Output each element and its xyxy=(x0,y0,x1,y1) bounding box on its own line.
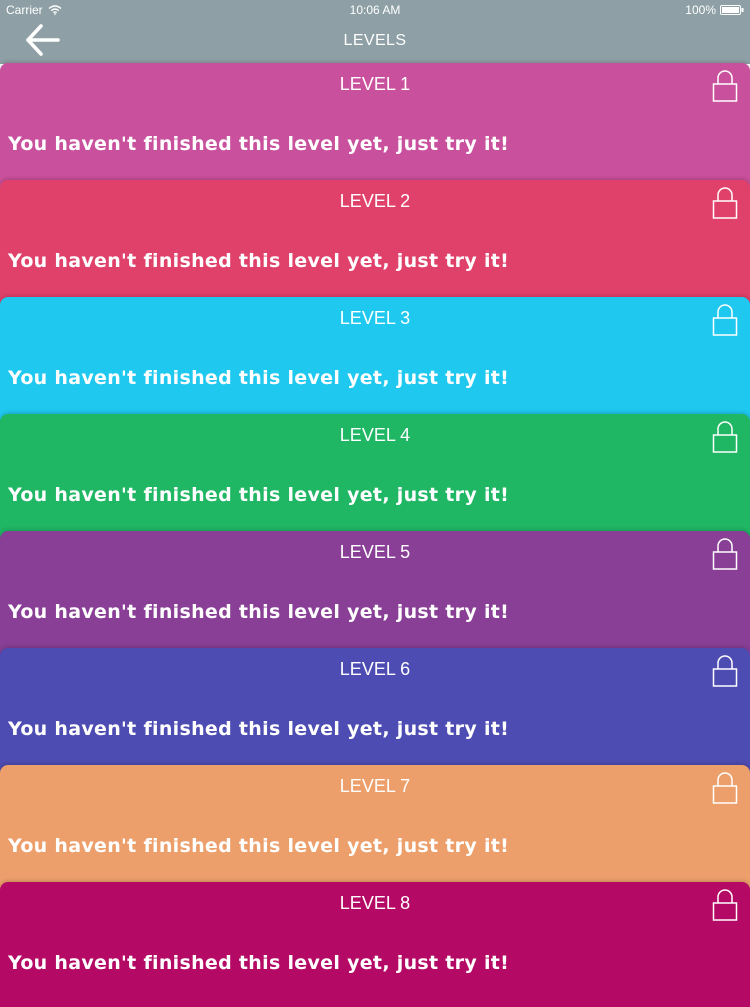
lock-icon xyxy=(712,772,738,804)
level-card-5[interactable]: LEVEL 5 You haven't finished this level … xyxy=(0,531,750,656)
level-title: LEVEL 6 xyxy=(339,659,411,679)
lock-icon xyxy=(712,304,738,336)
level-message: You haven't finished this level yet, jus… xyxy=(8,952,510,974)
lock-icon xyxy=(712,538,738,570)
lock-icon xyxy=(712,421,738,453)
level-card-4[interactable]: LEVEL 4 You haven't finished this level … xyxy=(0,414,750,539)
battery-percentage: 100% xyxy=(685,3,716,17)
level-card-2[interactable]: LEVEL 2 You haven't finished this level … xyxy=(0,180,750,305)
status-bar: Carrier 10:06 AM 100% xyxy=(0,0,750,20)
lock-icon xyxy=(712,70,738,102)
level-message: You haven't finished this level yet, jus… xyxy=(8,250,510,272)
level-message: You haven't finished this level yet, jus… xyxy=(8,367,510,389)
level-card-6[interactable]: LEVEL 6 You haven't finished this level … xyxy=(0,648,750,773)
level-title: LEVEL 2 xyxy=(339,191,411,211)
battery-indicator: 100% xyxy=(685,3,744,17)
level-card-1[interactable]: LEVEL 1 You haven't finished this level … xyxy=(0,63,750,188)
lock-icon xyxy=(712,889,738,921)
navigation-header: Carrier 10:06 AM 100% LEVELS xyxy=(0,0,750,64)
level-title: LEVEL 5 xyxy=(339,542,411,562)
level-title: LEVEL 7 xyxy=(339,776,411,796)
level-message: You haven't finished this level yet, jus… xyxy=(8,601,510,623)
level-card-8[interactable]: LEVEL 8 You haven't finished this level … xyxy=(0,882,750,1007)
level-message: You haven't finished this level yet, jus… xyxy=(8,718,510,740)
level-message: You haven't finished this level yet, jus… xyxy=(8,484,510,506)
lock-icon xyxy=(712,655,738,687)
level-card-7[interactable]: LEVEL 7 You haven't finished this level … xyxy=(0,765,750,890)
level-title: LEVEL 8 xyxy=(339,893,411,913)
level-title: LEVEL 4 xyxy=(339,425,411,445)
lock-icon xyxy=(712,187,738,219)
level-title: LEVEL 3 xyxy=(339,308,411,328)
level-title: LEVEL 1 xyxy=(339,74,411,94)
clock: 10:06 AM xyxy=(349,3,401,17)
level-message: You haven't finished this level yet, jus… xyxy=(8,835,510,857)
level-card-3[interactable]: LEVEL 3 You haven't finished this level … xyxy=(0,297,750,422)
battery-icon xyxy=(720,5,744,15)
level-message: You haven't finished this level yet, jus… xyxy=(8,133,510,155)
page-title: LEVELS xyxy=(343,32,407,49)
